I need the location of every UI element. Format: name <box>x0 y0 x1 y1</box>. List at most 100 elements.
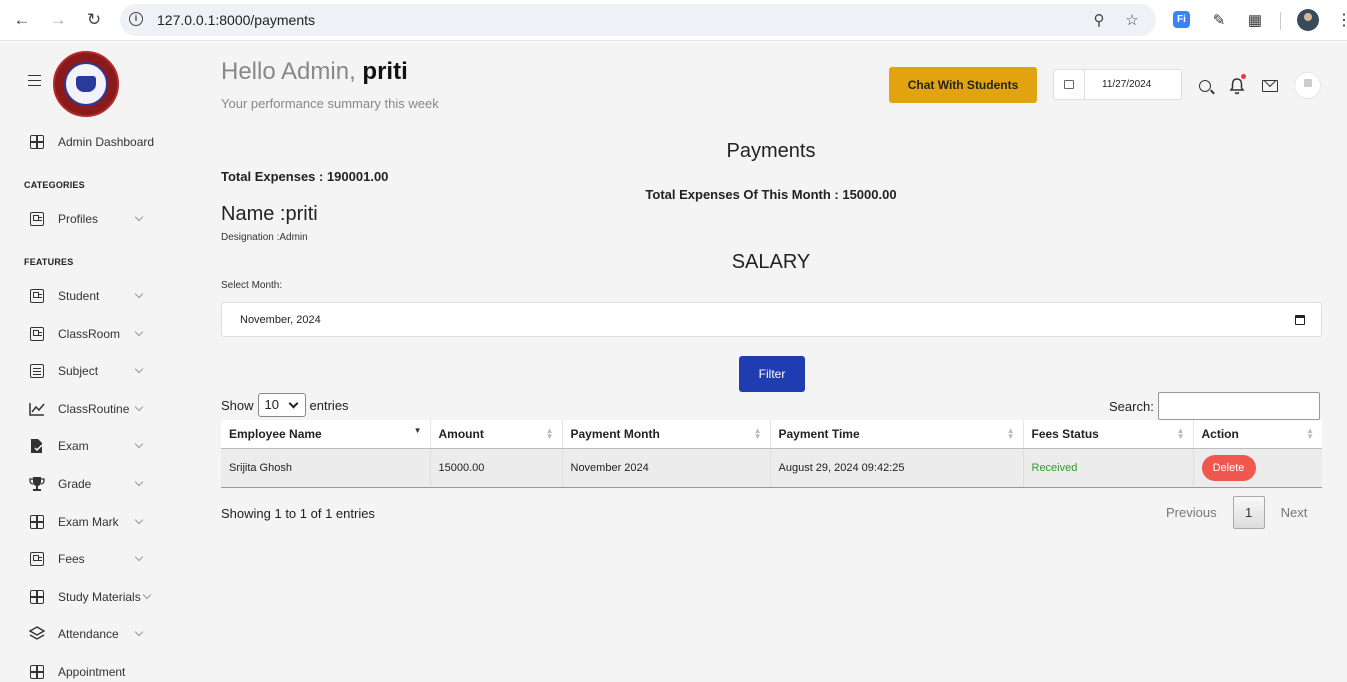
site-info-icon[interactable]: i <box>129 12 143 26</box>
sidebar-item-label: Fees <box>58 552 85 566</box>
sidebar-item-label: Subject <box>58 364 99 378</box>
column-label: Action <box>1201 426 1239 441</box>
column-header-fees-status[interactable]: Fees Status ▲ ▼ <box>1023 420 1194 449</box>
calendar-icon[interactable] <box>1054 70 1085 99</box>
entries-label: entries <box>309 397 349 413</box>
exam-file-icon <box>29 438 45 454</box>
zoom-icon[interactable]: ⚲ <box>1090 11 1108 29</box>
sidebar-item-label: Student <box>58 289 100 303</box>
browser-toolbar: ← → ↻ i 127.0.0.1:8000/payments ⚲ ☆ Fi ✎… <box>0 0 1347 41</box>
column-header-action[interactable]: Action ▲ ▼ <box>1193 420 1322 449</box>
url-text[interactable]: 127.0.0.1:8000/payments <box>157 12 315 28</box>
sidebar-item-label: Profiles <box>58 212 99 226</box>
show-label: Show <box>221 397 254 413</box>
month-input[interactable]: November, 2024 <box>221 302 1322 337</box>
sidebar-item-student[interactable]: Student <box>29 286 189 306</box>
delete-button[interactable]: Delete <box>1201 454 1256 481</box>
page-length-control: Show 10 entries <box>221 393 349 417</box>
date-picker[interactable]: 11/27/2024 <box>1053 69 1182 100</box>
search-input[interactable] <box>1157 392 1320 420</box>
sidebar-item-label: Grade <box>58 477 92 491</box>
sort-icon: ▼ <box>413 426 422 435</box>
search-icon[interactable] <box>1195 76 1215 96</box>
sidebar-item-profiles[interactable]: Profiles <box>29 209 189 229</box>
previous-page-button[interactable]: Previous <box>1166 505 1217 520</box>
sort-icon: ▲ ▼ <box>1176 426 1185 441</box>
sidebar-item-attendance[interactable]: Attendance <box>29 624 189 644</box>
sidebar-item-label: ClassRoutine <box>58 402 130 416</box>
sidebar-item-classroutine[interactable]: ClassRoutine <box>29 399 189 419</box>
column-header-payment-time[interactable]: Payment Time ▲ ▼ <box>770 420 1024 449</box>
search-label: Search: <box>1109 398 1154 414</box>
table-header-row: Employee Name ▼ Amount ▲ ▼ Payment Month ▲ ▼ … <box>221 420 1322 449</box>
sidebar-item-grade[interactable]: Grade <box>29 474 189 494</box>
sidebar-item-exam-mark[interactable]: Exam Mark <box>29 512 189 532</box>
status-badge: Received <box>1031 461 1078 474</box>
cell-action: Delete <box>1193 448 1322 488</box>
sort-icon: ▲ ▼ <box>545 426 554 441</box>
sidebar-item-classroom[interactable]: ClassRoom <box>29 324 189 344</box>
payments-table: Employee Name ▼ Amount ▲ ▼ Payment Month ▲ ▼ … <box>221 420 1322 488</box>
date-value[interactable]: 11/27/2024 <box>1102 79 1151 90</box>
month-value[interactable]: November, 2024 <box>240 314 321 326</box>
sidebar-item-subject[interactable]: Subject <box>29 361 189 381</box>
page-size-select[interactable]: 10 <box>257 393 306 417</box>
browser-profile-avatar[interactable] <box>1297 9 1319 31</box>
calendar-icon[interactable] <box>1295 315 1305 325</box>
chat-with-students-button[interactable]: Chat With Students <box>889 67 1037 103</box>
reload-icon[interactable]: ↻ <box>84 10 104 30</box>
features-heading: FEATURES <box>24 257 74 267</box>
sidebar-item-label: Attendance <box>58 627 119 641</box>
sidebar-item-study-materials[interactable]: Study Materials <box>29 587 189 607</box>
subject-list-icon <box>29 363 45 379</box>
chevron-down-icon <box>142 590 152 600</box>
sort-icon: ▲ ▼ <box>1006 426 1015 441</box>
column-label: Payment Month <box>570 426 660 441</box>
extensions-puzzle-icon[interactable]: ▦ <box>1245 10 1265 30</box>
sidebar-item-admin-dashboard[interactable]: Admin Dashboard <box>29 132 189 152</box>
table-search: Search: <box>1109 392 1320 420</box>
salary-heading: SALARY <box>731 251 811 273</box>
sidebar-item-exam[interactable]: Exam <box>29 436 189 456</box>
chevron-down-icon <box>134 289 144 299</box>
extension-fi-icon[interactable]: Fi <box>1173 11 1190 28</box>
bookmark-star-icon[interactable]: ☆ <box>1123 11 1141 29</box>
column-header-employee-name[interactable]: Employee Name ▼ <box>221 420 431 449</box>
greeting-name: priti <box>362 58 408 85</box>
cell-fees-status: Received <box>1023 448 1194 488</box>
sidebar-item-appointment[interactable]: Appointment <box>29 662 189 682</box>
sort-icon: ▲ ▼ <box>1306 426 1314 441</box>
back-icon[interactable]: ← <box>12 10 32 30</box>
cell-employee-name: Srijita Ghosh <box>221 448 431 488</box>
grid-icon <box>29 664 45 680</box>
eyedropper-extension-icon[interactable]: ✎ <box>1209 10 1229 30</box>
hamburger-menu-icon[interactable] <box>28 75 41 86</box>
sidebar: Admin Dashboard CATEGORIES Profiles FEAT… <box>0 42 200 682</box>
total-expenses: Total Expenses : 190001.00 <box>221 169 389 184</box>
table-info: Showing 1 to 1 of 1 entries <box>221 506 375 521</box>
profile-card-icon <box>29 326 45 342</box>
chevron-down-icon <box>134 439 144 449</box>
next-page-button[interactable]: Next <box>1281 505 1308 520</box>
column-header-amount[interactable]: Amount ▲ ▼ <box>430 420 563 449</box>
mail-icon[interactable] <box>1260 76 1280 96</box>
profile-card-icon <box>29 288 45 304</box>
sort-icon: ▲ ▼ <box>753 426 762 441</box>
line-chart-icon <box>29 401 45 417</box>
bell-icon[interactable] <box>1227 74 1247 96</box>
user-avatar[interactable] <box>1294 72 1321 99</box>
sidebar-item-fees[interactable]: Fees <box>29 549 189 569</box>
column-header-payment-month[interactable]: Payment Month ▲ ▼ <box>562 420 771 449</box>
profile-card-icon <box>29 551 45 567</box>
categories-heading: CATEGORIES <box>24 180 85 190</box>
cell-amount: 15000.00 <box>430 448 563 488</box>
filter-button[interactable]: Filter <box>739 356 805 392</box>
table-icon <box>29 514 45 530</box>
app-page: Admin Dashboard CATEGORIES Profiles FEAT… <box>0 42 1347 682</box>
column-label: Payment Time <box>778 426 860 441</box>
address-bar[interactable]: i 127.0.0.1:8000/payments ⚲ ☆ <box>120 4 1156 36</box>
browser-menu-icon[interactable]: ⋮ <box>1336 10 1347 30</box>
layers-icon <box>29 626 45 642</box>
forward-icon[interactable]: → <box>48 10 68 30</box>
page-1-button[interactable]: 1 <box>1232 496 1265 529</box>
